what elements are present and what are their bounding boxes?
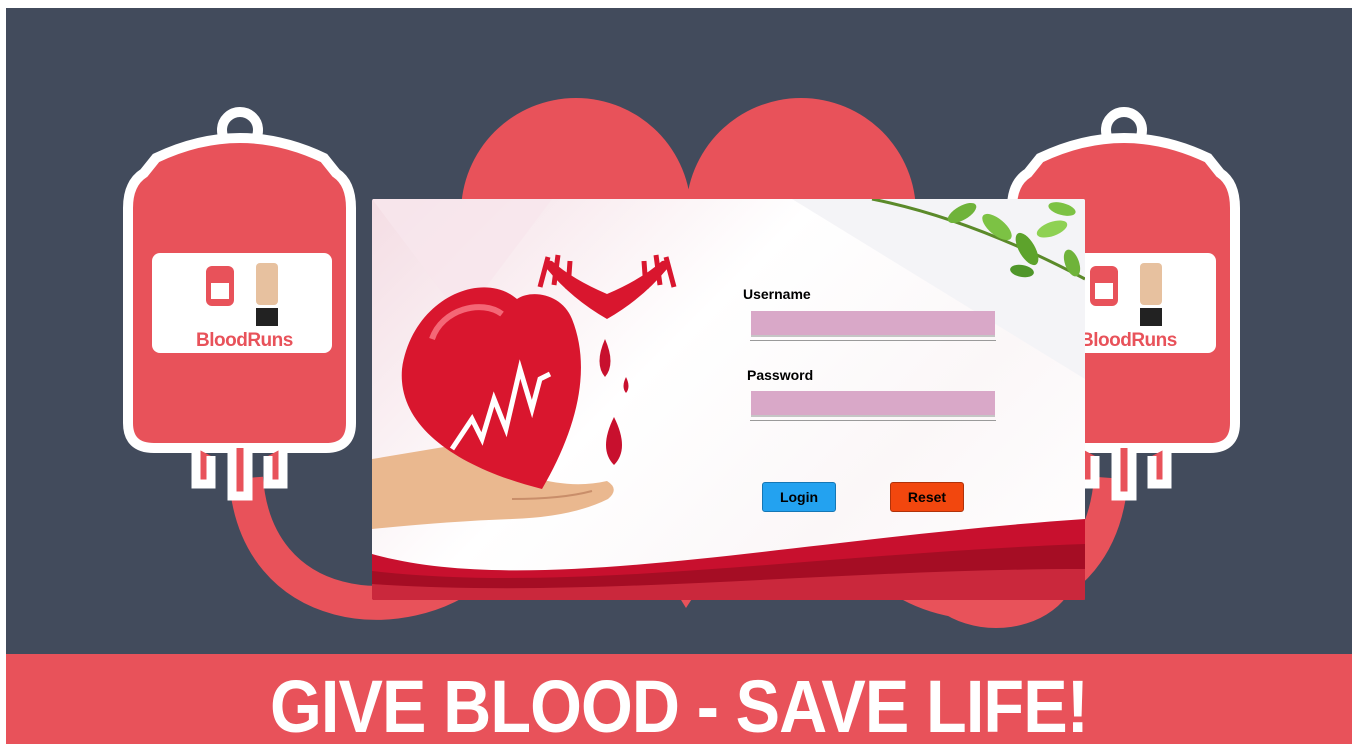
login-button[interactable]: Login bbox=[762, 482, 836, 512]
left-blood-bag-icon bbox=[123, 107, 356, 501]
left-brand-label: BloodRuns bbox=[196, 330, 293, 351]
slogan-text: GIVE BLOOD - SAVE LIFE! bbox=[269, 665, 1089, 744]
slogan-banner: GIVE BLOOD - SAVE LIFE! bbox=[6, 654, 1352, 744]
right-brand-label: BloodRuns bbox=[1080, 330, 1177, 351]
password-label: Password bbox=[747, 367, 814, 383]
login-panel: Username Password Login Reset bbox=[372, 199, 1085, 600]
blood-drop-icon bbox=[599, 339, 629, 465]
username-input[interactable] bbox=[751, 311, 995, 337]
password-input[interactable] bbox=[751, 391, 995, 417]
reset-button[interactable]: Reset bbox=[890, 482, 964, 512]
username-underline bbox=[750, 340, 996, 341]
password-underline bbox=[750, 420, 996, 421]
username-label: Username bbox=[743, 286, 811, 302]
